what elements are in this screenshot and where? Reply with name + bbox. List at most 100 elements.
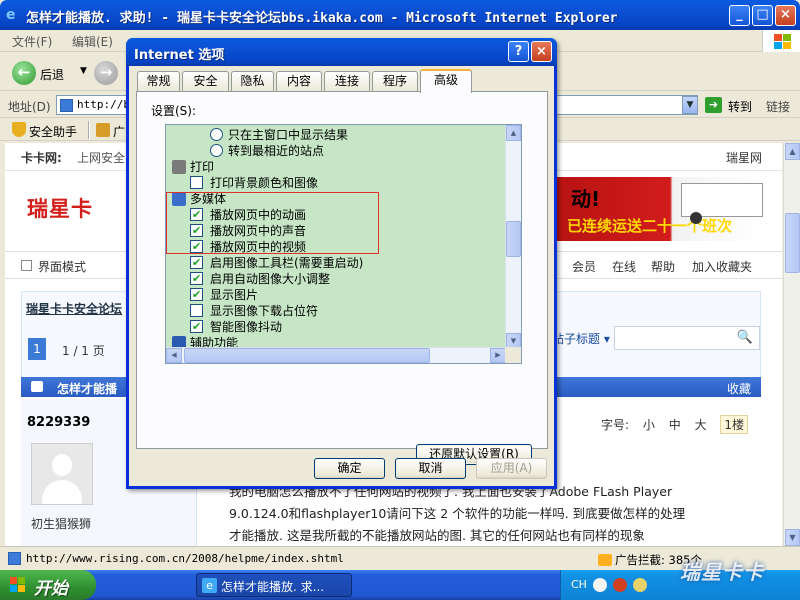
- ie-icon: e: [6, 7, 16, 23]
- tree-scroll-up-icon[interactable]: ▲: [506, 125, 521, 141]
- address-dropdown-icon[interactable]: ▼: [682, 96, 698, 114]
- view-mode-checkbox[interactable]: [21, 260, 32, 271]
- antivirus-icon[interactable]: [613, 578, 627, 592]
- security-helper-link[interactable]: 安全助手: [29, 123, 77, 140]
- page-count: 1 / 1 页: [62, 344, 105, 358]
- go-arrow-icon[interactable]: ➜: [705, 97, 722, 113]
- back-label[interactable]: 后退: [40, 66, 64, 83]
- nav-add-favorite[interactable]: 加入收藏夹: [692, 258, 752, 275]
- view-mode-label[interactable]: 界面模式: [38, 258, 86, 275]
- tab-connections[interactable]: 连接: [324, 71, 370, 91]
- tab-advanced[interactable]: 高级: [420, 69, 472, 93]
- task-label: 怎样才能播放. 求...: [221, 580, 325, 594]
- search-scope-select[interactable]: 帖子标题 ▾: [552, 330, 610, 347]
- search-icon[interactable]: 🔍: [737, 330, 753, 345]
- font-size-medium[interactable]: 中: [669, 418, 681, 432]
- cancel-button[interactable]: 取消: [395, 458, 466, 479]
- setting-label: 显示图片: [210, 288, 259, 302]
- back-arrow-icon[interactable]: ←: [12, 61, 36, 85]
- tab-content[interactable]: 内容: [276, 71, 322, 91]
- post-line: 才能播放. 这是我所截的不能播放网站的图. 其它的任何网站也有同样的现象: [229, 528, 645, 543]
- volume-icon[interactable]: [633, 578, 647, 592]
- setting-label: 播放网页中的动画: [210, 208, 307, 222]
- search-input[interactable]: 🔍: [614, 326, 760, 350]
- setting-checkbox[interactable]: [190, 207, 203, 223]
- toolbar-separator: [88, 121, 90, 139]
- windows-flag-icon: [10, 577, 26, 593]
- page-icon: [8, 552, 21, 565]
- setting-checkbox[interactable]: [190, 304, 203, 317]
- close-button[interactable]: ×: [775, 5, 796, 26]
- font-size-large[interactable]: 大: [695, 418, 707, 432]
- forum-name[interactable]: 瑞星卡卡安全论坛: [26, 300, 122, 317]
- tree-scroll-left-icon[interactable]: ◀: [166, 348, 182, 363]
- tab-general[interactable]: 常规: [137, 71, 180, 91]
- setting-checkbox[interactable]: [190, 271, 203, 287]
- nav-online[interactable]: 在线: [612, 258, 636, 275]
- tree-scroll-thumb[interactable]: [506, 221, 521, 257]
- setting-checkbox[interactable]: [190, 287, 203, 303]
- tree-vscrollbar[interactable]: ▲ ▼: [505, 125, 521, 349]
- forward-arrow-icon[interactable]: →: [94, 61, 118, 85]
- scroll-down-icon[interactable]: ▼: [785, 529, 800, 546]
- rising-link[interactable]: 瑞星网: [726, 149, 762, 166]
- settings-tree[interactable]: 始终扩展图像的说明文字辅助功能智能图像抖动显示图像下载占位符显示图片启用自动图像…: [165, 124, 522, 364]
- tree-hscroll-thumb[interactable]: [184, 348, 430, 363]
- nav-help[interactable]: 帮助: [651, 258, 675, 275]
- apply-button[interactable]: 应用(A): [476, 458, 547, 479]
- page-button[interactable]: 1: [28, 338, 46, 360]
- go-button[interactable]: 转到: [728, 98, 752, 115]
- minimize-button[interactable]: _: [729, 5, 750, 26]
- scroll-up-icon[interactable]: ▲: [785, 143, 800, 160]
- toolbar-link[interactable]: 广: [113, 123, 125, 140]
- links-label[interactable]: 链接: [766, 98, 790, 115]
- setting-checkbox[interactable]: [190, 176, 203, 189]
- ok-button[interactable]: 确定: [314, 458, 385, 479]
- setting-label: 播放网页中的声音: [210, 224, 307, 238]
- watermark-logo: 瑞星卡卡: [680, 560, 764, 584]
- ad-block-icon: [598, 554, 612, 566]
- page-scrollbar[interactable]: ▲ ▼: [783, 143, 800, 546]
- tab-programs[interactable]: 程序: [372, 71, 418, 91]
- setting-radio[interactable]: [210, 128, 223, 141]
- tab-security[interactable]: 安全: [182, 71, 229, 91]
- tree-scroll-right-icon[interactable]: ▶: [490, 348, 506, 363]
- dialog-close-button[interactable]: ×: [531, 41, 552, 62]
- nav-members[interactable]: 会员: [572, 258, 596, 275]
- user-id[interactable]: 8229339: [27, 415, 90, 430]
- setting-label: 显示图像下载占位符: [210, 304, 319, 318]
- favorite-link[interactable]: 收藏: [727, 380, 751, 397]
- menu-file[interactable]: 文件(F): [12, 33, 52, 50]
- font-size-label: 字号:: [601, 418, 630, 432]
- tab-privacy[interactable]: 隐私: [231, 71, 274, 91]
- network-icon[interactable]: [593, 578, 607, 592]
- menu-edit[interactable]: 编辑(E): [72, 33, 113, 50]
- dialog-titlebar[interactable]: Internet 选项 ? ×: [126, 38, 557, 66]
- setting-checkbox[interactable]: [190, 319, 203, 335]
- toolbar-link-icon: [96, 123, 110, 137]
- language-indicator[interactable]: CH: [571, 578, 587, 591]
- setting-checkbox[interactable]: [190, 223, 203, 239]
- ad-headline: 动!: [571, 187, 601, 211]
- site-logo[interactable]: 瑞星卡: [27, 193, 93, 223]
- maximize-button[interactable]: □: [752, 5, 773, 26]
- setting-radio[interactable]: [210, 144, 223, 157]
- taskbar-ie-window[interactable]: e 怎样才能播放. 求...: [196, 573, 352, 597]
- tree-hscrollbar[interactable]: ◀ ▶: [166, 347, 506, 363]
- help-button[interactable]: ?: [508, 41, 529, 62]
- site-name[interactable]: 卡卡网:: [21, 149, 62, 166]
- shield-icon: [12, 122, 26, 137]
- site-subtitle[interactable]: 上网安全: [77, 149, 125, 166]
- setting-label: 打印: [190, 160, 215, 174]
- scroll-thumb[interactable]: [785, 213, 800, 273]
- setting-label: 启用图像工具栏(需要重启动): [210, 256, 364, 270]
- font-size-small[interactable]: 小: [643, 418, 655, 432]
- setting-checkbox[interactable]: [190, 255, 203, 271]
- username[interactable]: 初生猖猴狮: [31, 515, 91, 532]
- banner-ad[interactable]: 动! 已连续运送二十一个班次: [531, 177, 763, 241]
- setting-checkbox[interactable]: [190, 239, 203, 255]
- start-button[interactable]: 开始: [0, 570, 96, 600]
- back-dropdown-icon[interactable]: ▼: [80, 66, 87, 76]
- avatar[interactable]: [31, 443, 93, 505]
- window-titlebar[interactable]: e 怎样才能播放. 求助! - 瑞星卡卡安全论坛bbs.ikaka.com - …: [0, 0, 800, 30]
